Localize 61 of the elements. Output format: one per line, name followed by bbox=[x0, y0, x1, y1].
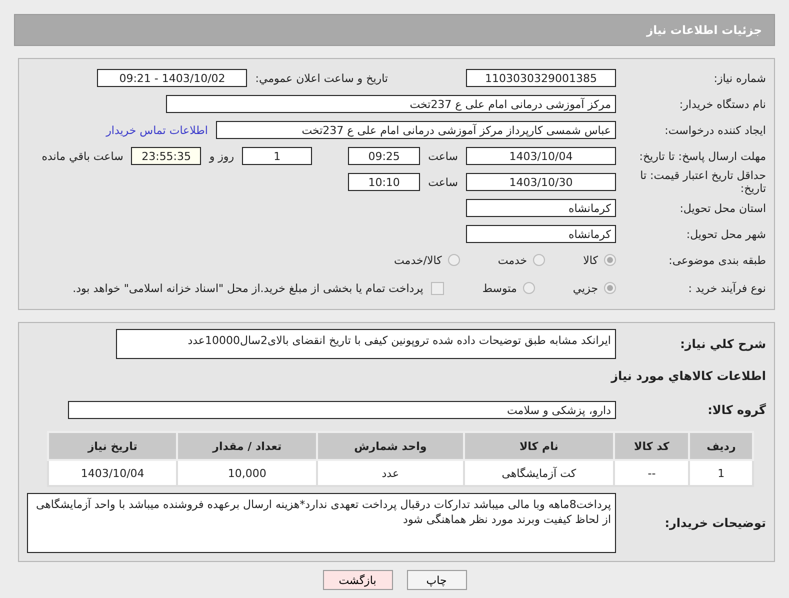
radio-label: خدمت bbox=[498, 254, 528, 266]
time-field: 09:25 bbox=[348, 147, 420, 165]
field-label: نام دستگاه خریدار: bbox=[678, 98, 767, 110]
radio-label: متوسط bbox=[482, 282, 517, 294]
field-label: تاریخ و ساعت اعلان عمومي: bbox=[255, 72, 388, 84]
date-field: 1403/10/04 bbox=[466, 147, 616, 165]
field-label: شماره نیاز: bbox=[712, 72, 767, 84]
buyer-notes-field: پرداخت8ماهه وبا مالی میباشد تدارکات درقبال پرداخت تعهدی ندارد*هزینه ارسال برعهده فروشنده میباشد با واحد آزمایشگاهی از لحاظ کیفیت وبرند مورد نظر هماهنگی شود bbox=[27, 493, 616, 553]
announce-date-field: 1403/10/02 - 09:21 bbox=[97, 69, 248, 87]
goods-group-field: دارو، پزشکی و سلامت bbox=[68, 401, 616, 419]
field-label: توضیحات خریدار: bbox=[664, 516, 767, 530]
column-header: تاریخ نیاز bbox=[48, 432, 178, 460]
field-label: ایجاد کننده درخواست: bbox=[664, 124, 767, 136]
back-button[interactable]: بازگشت bbox=[322, 570, 392, 590]
date-field: 1403/10/30 bbox=[466, 173, 616, 191]
field-label: روز و bbox=[209, 150, 234, 162]
checkbox[interactable] bbox=[431, 282, 444, 294]
table-cell: عدد bbox=[317, 460, 464, 486]
column-header: واحد شمارش bbox=[317, 432, 464, 460]
radio-label: جزيي bbox=[572, 282, 598, 294]
field-label: مهلت ارسال پاسخ: تا تاریخ: bbox=[638, 150, 767, 162]
field-label: حداقل تاریخ اعتبار قیمت: تا تاریخ: bbox=[639, 169, 767, 195]
field-label: ساعت bbox=[428, 150, 458, 162]
creator-field: عباس شمسی کارپرداز مرکز آموزشی درمانی امام علی ع 237تخت bbox=[216, 121, 616, 139]
column-header: ردیف bbox=[689, 432, 753, 460]
days-field: 1 bbox=[242, 147, 312, 165]
column-header: کد کالا bbox=[614, 432, 690, 460]
radio-button[interactable] bbox=[533, 254, 546, 266]
need-number-field: 1103030329001385 bbox=[466, 69, 616, 87]
field-label: ساعت باقي مانده bbox=[42, 150, 124, 162]
field-label: گروه کالا: bbox=[706, 404, 767, 416]
remaining-time-field: 23:55:35 bbox=[131, 147, 202, 165]
radio-label: کالا/خدمت bbox=[394, 254, 442, 266]
radio-label: کالا bbox=[583, 254, 598, 266]
radio-button[interactable] bbox=[448, 254, 460, 266]
field-label: ساعت bbox=[428, 176, 458, 188]
field-label: طبقه بندی موضوعی: bbox=[668, 254, 767, 266]
field-label: شهر محل تحویل: bbox=[685, 228, 767, 240]
radio-button[interactable] bbox=[604, 254, 616, 266]
column-header: تعداد / مقدار bbox=[177, 432, 318, 460]
contact-link[interactable]: اطلاعات تماس خریدار bbox=[106, 124, 208, 136]
radio-button[interactable] bbox=[604, 282, 616, 294]
table-cell: کت آزمایشگاهی bbox=[464, 460, 614, 486]
radio-button[interactable] bbox=[522, 282, 535, 294]
table-cell: 1 bbox=[689, 460, 753, 486]
buyer-org-field: مرکز آموزشی درمانی امام علی ع 237تخت bbox=[166, 95, 616, 113]
field-label: نوع فرآیند خرید : bbox=[687, 282, 767, 294]
table-cell: 1403/10/04 bbox=[48, 460, 178, 486]
column-header: نام کالا bbox=[464, 432, 614, 460]
section-heading: اطلاعات کالاهاي مورد نیاز bbox=[611, 369, 767, 383]
table-cell: -- bbox=[614, 460, 690, 486]
province-field: کرمانشاه bbox=[466, 199, 616, 217]
city-field: کرمانشاه bbox=[466, 225, 616, 243]
time-field: 10:10 bbox=[348, 173, 420, 191]
table-cell: 10,000 bbox=[177, 460, 318, 486]
description-field: ایرانکد مشابه طبق توضیحات داده شده تروپونین کیفی با تاریخ انقضای بالای2سال10000عدد bbox=[116, 329, 616, 359]
field-label: شرح کلي نیاز: bbox=[679, 338, 767, 350]
print-button[interactable]: چاپ bbox=[406, 570, 466, 590]
page-header: جزئیات اطلاعات نیاز bbox=[14, 14, 775, 46]
field-label: استان محل تحویل: bbox=[678, 202, 767, 214]
checkbox-label: پرداخت تمام یا بخشی از مبلغ خرید.از محل "اسناد خزانه اسلامی" خواهد بود. bbox=[72, 282, 424, 294]
